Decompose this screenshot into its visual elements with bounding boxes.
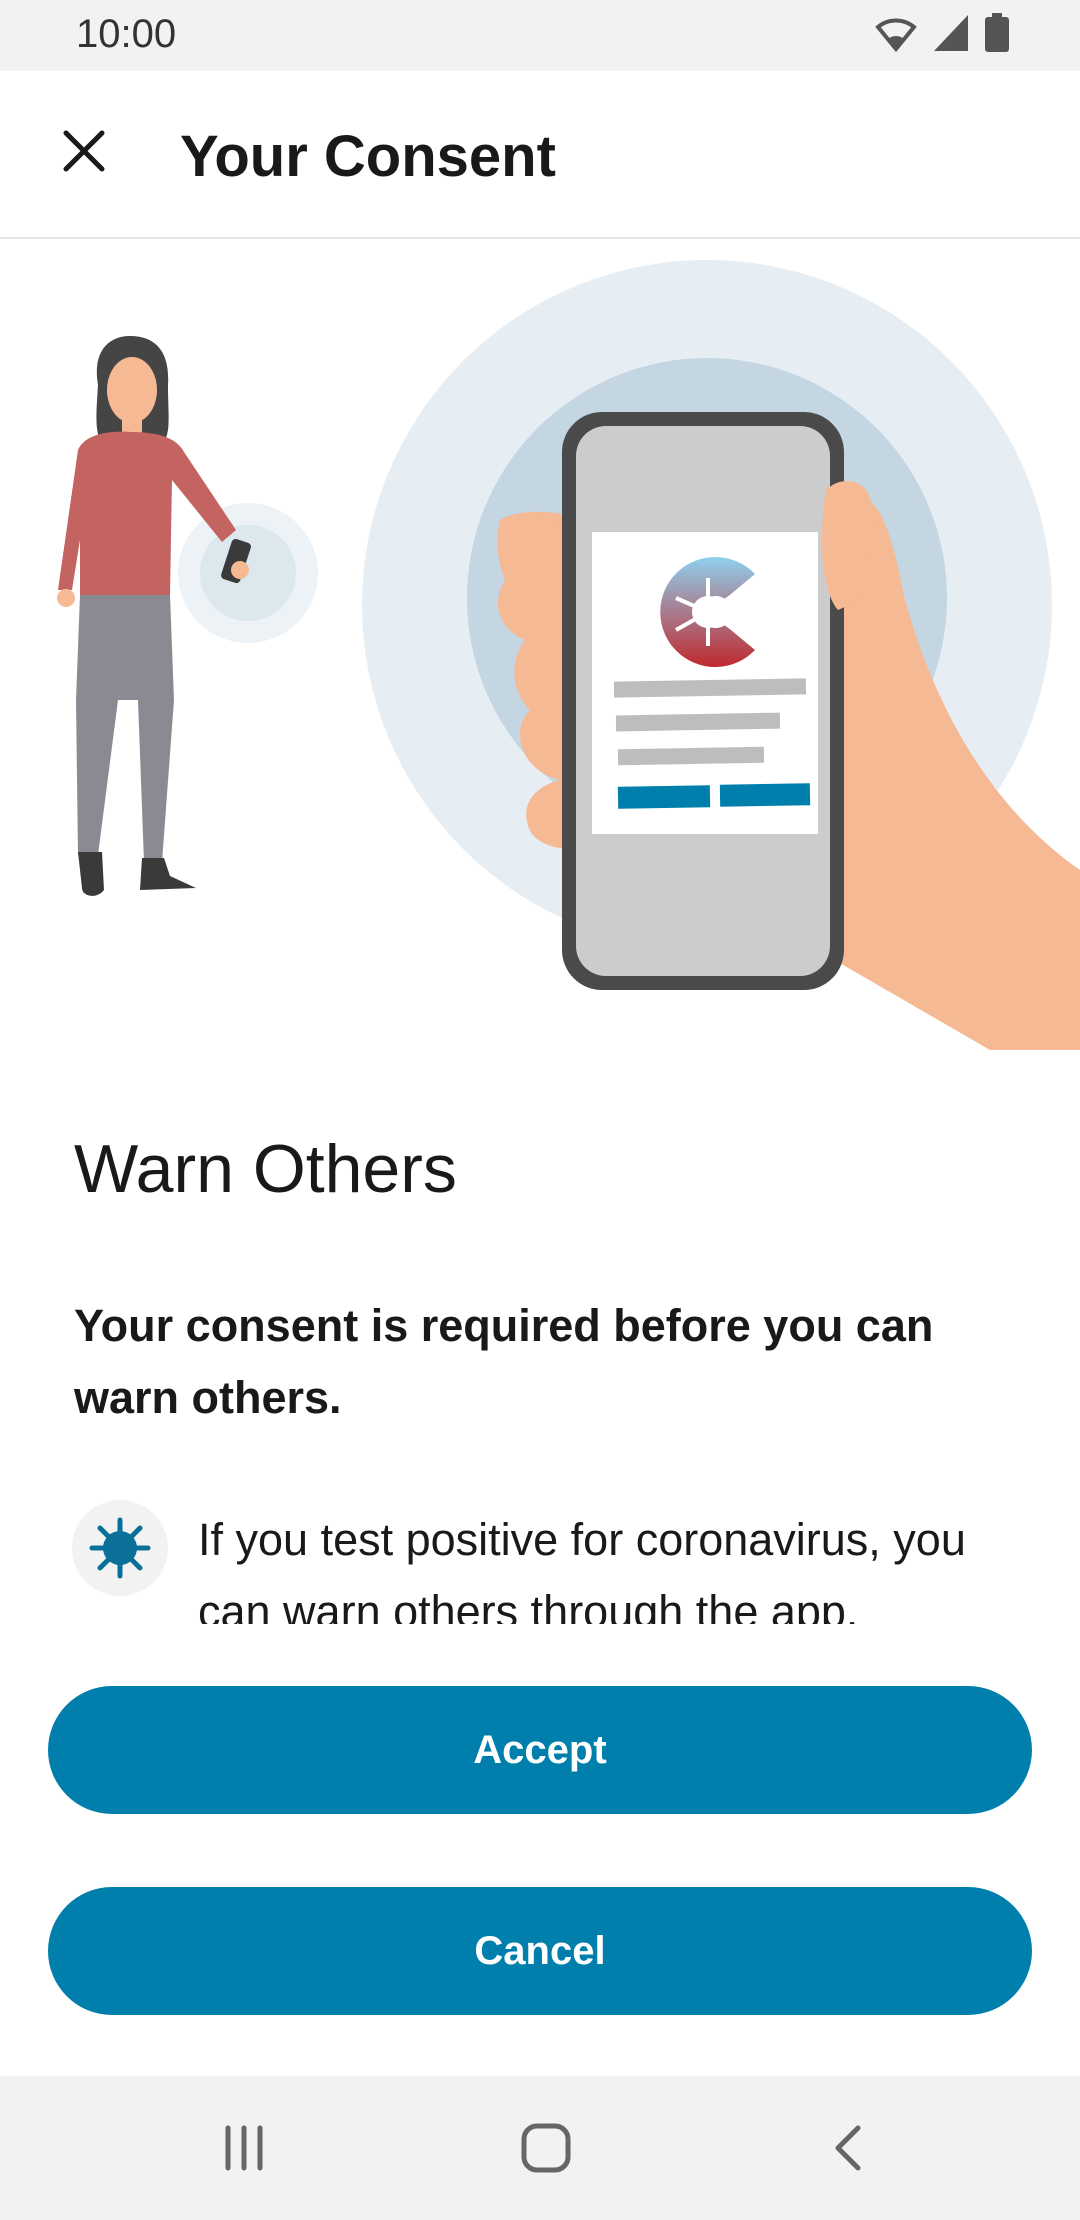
back-button[interactable] (818, 2120, 878, 2180)
recent-apps-button[interactable] (214, 2120, 274, 2180)
status-bar: 10:00 (0, 0, 1080, 71)
bullet-text: If you test positive for coronavirus, yo… (198, 1514, 966, 1624)
system-nav-bar (0, 2076, 1080, 2220)
section-heading: Warn Others (74, 1131, 457, 1207)
status-time: 10:00 (76, 12, 177, 56)
recent-apps-icon (220, 2124, 268, 2177)
consent-subheading: Your consent is required before you can … (74, 1300, 934, 1423)
signal-icon (932, 13, 970, 58)
back-icon (828, 2124, 868, 2177)
virus-icon (72, 1500, 168, 1596)
wifi-icon (874, 13, 918, 58)
bullet-item: If you test positive for coronavirus, yo… (72, 1500, 1012, 1624)
home-button[interactable] (516, 2120, 576, 2180)
page-title: Your Consent (180, 124, 556, 189)
status-icons (874, 12, 1010, 58)
app-bar: Your Consent (0, 71, 1080, 239)
cancel-button[interactable]: Cancel (48, 1887, 1032, 2015)
accept-button[interactable]: Accept (48, 1686, 1032, 1814)
home-icon (521, 2123, 571, 2178)
close-icon (60, 127, 108, 180)
consent-illustration (0, 240, 1080, 1050)
battery-icon (984, 12, 1010, 58)
close-button[interactable] (44, 113, 124, 193)
